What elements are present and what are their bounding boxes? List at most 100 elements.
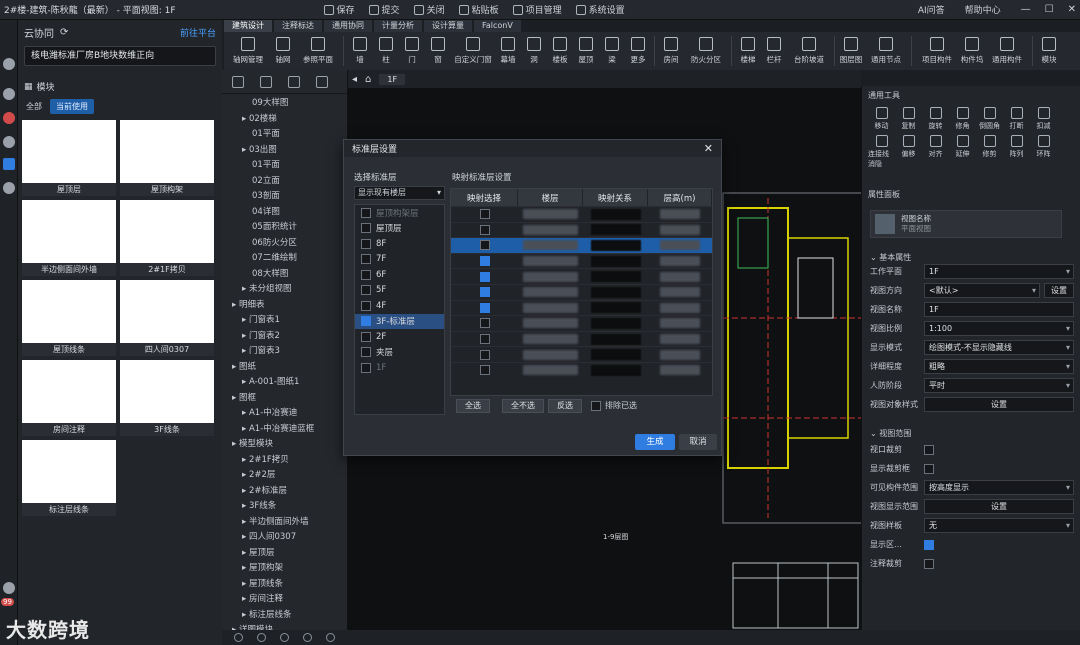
tree-expand-icon[interactable]: ▸ [242, 501, 249, 511]
clipboard-button[interactable]: 粘贴板 [458, 3, 499, 16]
tool-button[interactable]: 连接线消隐 [868, 135, 895, 169]
select-all-button[interactable]: 全选 [456, 399, 490, 413]
floor-item[interactable]: 7F [355, 252, 444, 268]
ribbon-button[interactable]: 柱 [373, 33, 399, 69]
mapping-checkbox[interactable] [479, 209, 490, 220]
module-card[interactable]: 房间注释 [22, 360, 116, 436]
tree-item[interactable]: 07二维绘制 [252, 251, 297, 263]
tree-expand-icon[interactable]: ▸ [242, 315, 249, 325]
floor-checkbox[interactable] [361, 238, 371, 249]
invert-selection-button[interactable]: 反选 [548, 399, 582, 413]
module-card[interactable]: 2#1F拷贝 [120, 200, 214, 276]
floor-checkbox[interactable] [361, 254, 371, 265]
property-checkbox[interactable] [924, 444, 934, 455]
exclude-selected-toggle[interactable]: 排除已选 [591, 400, 637, 411]
tree-item[interactable]: ▸ 图框 [232, 391, 256, 403]
module-card[interactable]: 标注层线条 [22, 440, 116, 516]
floor-item[interactable]: 夹层 [355, 345, 444, 361]
ai-qa-button[interactable]: AI问答 [918, 3, 945, 16]
property-set-button[interactable]: 设置 [1044, 283, 1074, 298]
tree-item[interactable]: 02立面 [252, 174, 280, 186]
tree-expand-icon[interactable]: ▸ [242, 532, 249, 542]
ribbon-button[interactable]: 防火分区 [684, 33, 728, 69]
canvas-home-icon[interactable]: ⌂ [365, 74, 371, 85]
tree-item[interactable]: 04详图 [252, 205, 280, 217]
close-button[interactable]: 关闭 [413, 3, 445, 16]
floor-item[interactable]: 5F [355, 283, 444, 299]
project-manage-button[interactable]: 项目管理 [512, 3, 562, 16]
floor-item[interactable]: 6F [355, 267, 444, 283]
floor-checkbox[interactable] [361, 300, 371, 311]
cancel-button[interactable]: 取消 [679, 434, 717, 450]
table-row[interactable] [451, 268, 712, 284]
floor-checkbox[interactable] [361, 285, 371, 296]
ribbon-button[interactable]: 窗 [425, 33, 451, 69]
tree-item[interactable]: ▸ 房间注释 [242, 592, 283, 604]
tree-item[interactable]: ▸ A-001-图纸1 [242, 375, 299, 387]
ribbon-button[interactable]: 楼梯 [735, 33, 761, 69]
property-value[interactable]: 1F [924, 302, 1074, 317]
ribbon-button[interactable]: 屋顶 [573, 33, 599, 69]
ribbon-button[interactable]: 模块 [1036, 33, 1062, 69]
tree-expand-icon[interactable]: ▸ [242, 346, 249, 356]
ribbon-button[interactable]: 图层图 [838, 33, 864, 69]
table-row[interactable] [451, 221, 712, 238]
tree-expand-icon[interactable]: ▸ [242, 517, 249, 527]
tree-expand-icon[interactable]: ▸ [242, 331, 249, 341]
property-value[interactable]: 绘图模式-不显示隐藏线 [924, 340, 1074, 355]
tree-item[interactable]: ▸ 屋顶层 [242, 546, 274, 558]
status-icon-5[interactable] [326, 633, 335, 642]
module-card[interactable]: 四人间0307 [120, 280, 214, 356]
tree-expand-icon[interactable]: ▸ [232, 393, 239, 403]
notification-icon[interactable] [3, 112, 15, 124]
floor-item[interactable]: 2F [355, 329, 444, 345]
tool-button[interactable]: 移动 [868, 107, 895, 131]
tree-item[interactable]: ▸ 四人间0307 [242, 530, 296, 542]
cube-icon[interactable] [3, 88, 15, 100]
tree-item[interactable]: 09大样图 [252, 96, 288, 108]
table-row[interactable] [451, 237, 712, 253]
tool-button[interactable]: 修剪 [976, 135, 1003, 169]
goto-platform-link[interactable]: 前往平台 [180, 26, 216, 39]
tree-item[interactable]: ▸ 半边侧面间外墙 [242, 515, 308, 527]
tab-collab[interactable]: 通用协同 [324, 20, 372, 32]
tree-expand-icon[interactable]: ▸ [232, 362, 239, 372]
table-row[interactable] [451, 283, 712, 300]
tab-architecture[interactable]: 建筑设计 [224, 20, 272, 32]
help-center-button[interactable]: 帮助中心 [965, 3, 1001, 16]
property-value[interactable]: 平时 [924, 378, 1074, 393]
generate-button[interactable]: 生成 [635, 434, 675, 450]
table-row[interactable] [451, 299, 712, 316]
window-close-icon[interactable]: ✕ [1068, 4, 1076, 15]
tree-expand-icon[interactable]: ▸ [242, 377, 249, 387]
tool-button[interactable]: 旋转 [922, 107, 949, 131]
floor-item[interactable]: 8F [355, 236, 444, 252]
property-value[interactable]: 1F [924, 264, 1074, 279]
ribbon-button[interactable]: 轴网 [270, 33, 296, 69]
tree-expand-icon[interactable]: ▸ [242, 284, 249, 294]
tree-item[interactable]: 08大样图 [252, 267, 288, 279]
view-tab-1f[interactable]: 1F [379, 73, 406, 85]
tool-button[interactable]: 打断 [1003, 107, 1030, 131]
mapping-checkbox[interactable] [479, 256, 490, 267]
project-name[interactable]: 核电潍标准厂房B地块数维正向 [24, 46, 216, 66]
ribbon-button[interactable]: 洞 [521, 33, 547, 69]
tab-analysis[interactable]: 计量分析 [374, 20, 422, 32]
tree-item[interactable]: ▸ A1-中冶赛迪 [242, 406, 297, 418]
submit-button[interactable]: 提交 [368, 3, 400, 16]
property-value[interactable]: 1:100 [924, 321, 1074, 336]
property-checkbox[interactable] [924, 463, 934, 474]
tab-falconv[interactable]: FalconV [474, 20, 521, 32]
table-row[interactable] [451, 346, 712, 362]
tree-item[interactable]: ▸ 2#2层 [242, 468, 275, 480]
mapping-checkbox[interactable] [479, 349, 490, 360]
axis-icon[interactable] [288, 75, 300, 88]
select-none-button[interactable]: 全不选 [502, 399, 544, 413]
maximize-icon[interactable]: ☐ [1045, 4, 1054, 15]
module-card[interactable]: 屋顶线条 [22, 280, 116, 356]
ribbon-button[interactable]: 墙 [347, 33, 373, 69]
tree-item[interactable]: ▸ 屋顶构架 [242, 561, 283, 573]
floor-filter-select[interactable]: 显示现有楼层 [354, 186, 445, 200]
ribbon-button[interactable]: 房间 [658, 33, 684, 69]
tree-expand-icon[interactable]: ▸ [242, 455, 249, 465]
